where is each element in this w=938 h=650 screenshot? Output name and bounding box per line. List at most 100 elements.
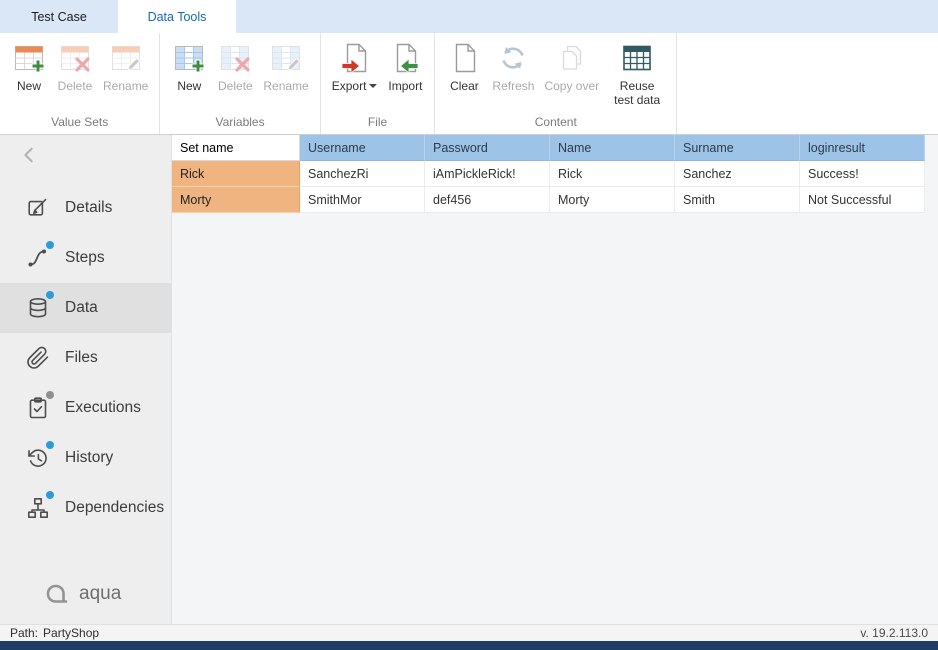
app-window: Test Case Data Tools New Delete Rename V… <box>0 0 938 650</box>
sidebar-item-label: Dependencies <box>65 499 164 517</box>
notification-dot <box>46 491 54 499</box>
table-cell[interactable]: Smith <box>675 187 800 213</box>
table-cell[interactable]: SanchezRi <box>300 161 425 187</box>
notification-dot <box>46 241 54 249</box>
button-label: Clear <box>450 79 479 93</box>
ribbon-group-content: Clear Refresh Copy over Reuse test data … <box>435 33 677 134</box>
sidebar-item-history[interactable]: History <box>0 433 171 483</box>
sidebar-item-dependencies[interactable]: Dependencies <box>0 483 171 533</box>
aqua-logo-text: aqua <box>79 583 121 605</box>
set-name-cell[interactable]: Rick <box>172 161 300 187</box>
column-header-username[interactable]: Username <box>300 135 425 161</box>
version-label: v. 19.2.113.0 <box>860 626 928 640</box>
table-cell[interactable]: Success! <box>800 161 925 187</box>
copy-over-button: Copy over <box>539 36 604 95</box>
export-button[interactable]: Export <box>327 36 383 95</box>
clear-icon <box>448 42 480 74</box>
group-label-content: Content <box>441 112 670 134</box>
value-sets-table: Set name Username Password Name Surname … <box>172 135 938 213</box>
table-cell[interactable]: iAmPickleRick! <box>425 161 550 187</box>
rename-variable-icon <box>270 42 302 74</box>
sidebar-item-steps[interactable]: Steps <box>0 233 171 283</box>
sidebar-item-label: Steps <box>65 249 105 267</box>
button-label: Import <box>388 79 422 93</box>
rename-variable-button: Rename <box>258 36 313 95</box>
set-name-cell[interactable]: Morty <box>172 187 300 213</box>
bottom-accent-strip <box>0 641 938 650</box>
sidebar-item-details[interactable]: Details <box>0 183 171 233</box>
column-header-password[interactable]: Password <box>425 135 550 161</box>
table-cell[interactable]: SmithMor <box>300 187 425 213</box>
group-label-variables: Variables <box>166 112 313 134</box>
new-value-set-button[interactable]: New <box>6 36 52 95</box>
button-label: Delete <box>218 79 253 93</box>
button-label: Refresh <box>492 79 534 93</box>
button-label: New <box>177 79 201 93</box>
sidebar-item-label: History <box>65 449 113 467</box>
dropdown-caret-icon <box>369 84 377 88</box>
table-cell[interactable]: Morty <box>550 187 675 213</box>
path-indicator: Path:PartyShop <box>10 626 99 640</box>
edit-icon <box>26 196 50 220</box>
new-variable-icon <box>173 42 205 74</box>
aqua-logo: aqua <box>0 580 171 608</box>
table-cell[interactable]: Sanchez <box>675 161 800 187</box>
ribbon-group-value-sets: New Delete Rename Value Sets <box>0 33 160 134</box>
button-label: Reuse test data <box>609 79 665 108</box>
status-bar: Path:PartyShop v. 19.2.113.0 <box>0 624 938 641</box>
sidebar-item-executions[interactable]: Executions <box>0 383 171 433</box>
button-label: Rename <box>263 79 308 93</box>
column-header-set-name: Set name <box>172 135 300 161</box>
delete-value-set-button: Delete <box>52 36 98 95</box>
clear-button[interactable]: Clear <box>441 36 487 95</box>
delete-variable-icon <box>219 42 251 74</box>
sidebar-item-data[interactable]: Data <box>0 283 171 333</box>
ribbon-group-variables: New Delete Rename Variables <box>160 33 320 134</box>
content-area: Set name Username Password Name Surname … <box>172 135 938 624</box>
column-header-surname[interactable]: Surname <box>675 135 800 161</box>
history-icon <box>26 446 50 470</box>
sidebar-item-label: Executions <box>65 399 141 417</box>
import-icon <box>389 42 421 74</box>
main-area: Details Steps Data Files Executions <box>0 135 938 624</box>
group-label-file: File <box>327 112 429 134</box>
column-header-name[interactable]: Name <box>550 135 675 161</box>
clipboard-icon <box>26 396 50 420</box>
ribbon: New Delete Rename Value Sets New <box>0 33 938 135</box>
export-icon <box>339 42 371 74</box>
delete-variable-button: Delete <box>212 36 258 95</box>
sidebar-collapse-button[interactable] <box>0 135 171 175</box>
tab-data-tools[interactable]: Data Tools <box>118 0 236 33</box>
refresh-button: Refresh <box>487 36 539 95</box>
new-variable-button[interactable]: New <box>166 36 212 95</box>
paperclip-icon <box>26 346 50 370</box>
path-label: Path: <box>10 626 38 640</box>
notification-dot <box>46 391 54 399</box>
sidebar: Details Steps Data Files Executions <box>0 135 172 624</box>
new-value-set-icon <box>13 42 45 74</box>
group-label-value-sets: Value Sets <box>6 112 153 134</box>
notification-dot <box>46 441 54 449</box>
ribbon-tab-bar: Test Case Data Tools <box>0 0 938 33</box>
column-header-loginresult[interactable]: loginresult <box>800 135 925 161</box>
sidebar-item-label: Details <box>65 199 112 217</box>
rename-value-set-button: Rename <box>98 36 153 95</box>
sidebar-nav: Details Steps Data Files Executions <box>0 183 171 533</box>
tab-test-case[interactable]: Test Case <box>0 0 118 33</box>
button-label: Delete <box>58 79 93 93</box>
table-cell[interactable]: Rick <box>550 161 675 187</box>
steps-icon <box>26 246 50 270</box>
sidebar-item-files[interactable]: Files <box>0 333 171 383</box>
table-cell[interactable]: def456 <box>425 187 550 213</box>
reuse-test-data-button[interactable]: Reuse test data <box>604 36 670 110</box>
refresh-icon <box>497 42 529 74</box>
chevron-left-icon <box>20 145 40 165</box>
button-label: Copy over <box>544 79 599 93</box>
ribbon-group-file: Export Import File <box>321 33 436 134</box>
button-label: New <box>17 79 41 93</box>
table-cell[interactable]: Not Successful <box>800 187 925 213</box>
rename-value-set-icon <box>110 42 142 74</box>
import-button[interactable]: Import <box>382 36 428 95</box>
sidebar-item-label: Files <box>65 349 98 367</box>
database-icon <box>26 296 50 320</box>
